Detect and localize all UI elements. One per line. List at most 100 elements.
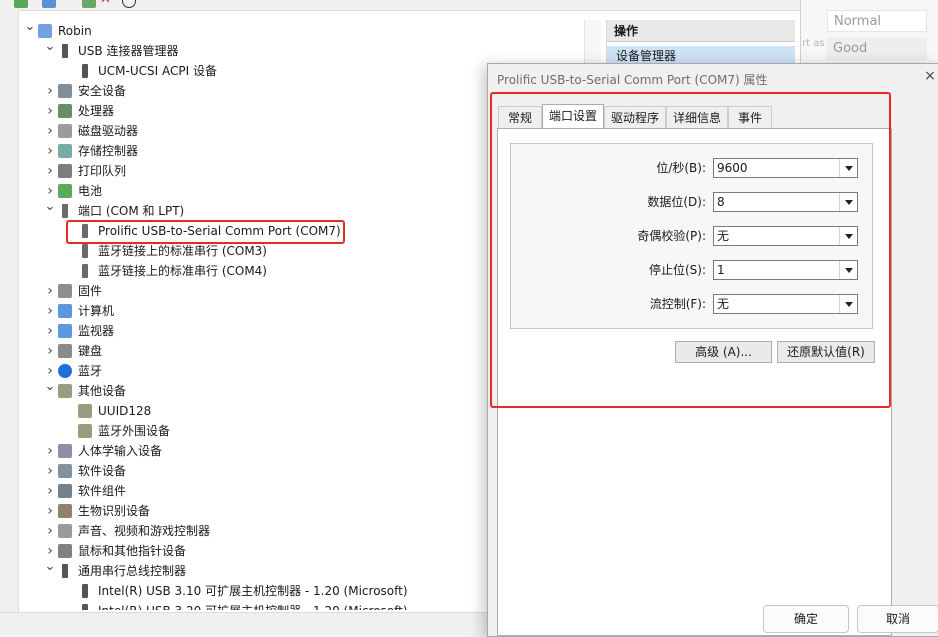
bits-per-second-value: 9600	[717, 161, 748, 175]
chevron-right-icon[interactable]: ›	[44, 321, 56, 341]
port-settings-page: 位/秒(B): 9600 数据位(D): 8 奇偶校验(P): 无 停止位(S)…	[497, 128, 892, 636]
chevron-right-icon[interactable]: ›	[44, 141, 56, 161]
field-row-parity: 奇偶校验(P): 无	[511, 226, 874, 246]
faded-text: rt as	[802, 38, 825, 49]
battery-icon	[58, 184, 72, 198]
tree-item-label: 蓝牙	[78, 364, 103, 378]
data-bits-value: 8	[717, 195, 725, 209]
parity-select[interactable]: 无	[713, 226, 858, 246]
chevron-down-icon[interactable]	[839, 159, 857, 177]
chevron-down-icon[interactable]: ⌄	[44, 377, 56, 397]
chevron-right-icon[interactable]: ›	[44, 161, 56, 181]
keyboard-icon	[58, 344, 72, 358]
chevron-down-icon[interactable]: ⌄	[44, 37, 56, 57]
unknown-device-icon	[78, 404, 92, 418]
tab-details[interactable]: 详细信息	[666, 106, 728, 128]
bits-per-second-select[interactable]: 9600	[713, 158, 858, 178]
software-component-icon	[58, 484, 72, 498]
chevron-down-icon[interactable]	[839, 227, 857, 245]
tree-item-label: 其他设备	[78, 384, 127, 398]
chevron-right-icon[interactable]: ›	[44, 121, 56, 141]
tab-general[interactable]: 常规	[498, 106, 542, 128]
speaker-icon	[58, 524, 72, 538]
uninstall-device-icon[interactable]: ✕	[100, 0, 114, 7]
chevron-right-icon[interactable]: ›	[44, 341, 56, 361]
enable-device-icon[interactable]	[82, 0, 96, 8]
chevron-down-icon[interactable]	[839, 295, 857, 313]
parity-label: 奇偶校验(P):	[637, 229, 706, 243]
data-bits-select[interactable]: 8	[713, 192, 858, 212]
port-settings-group: 位/秒(B): 9600 数据位(D): 8 奇偶校验(P): 无 停止位(S)…	[510, 143, 873, 329]
chevron-right-icon[interactable]: ›	[44, 521, 56, 541]
cancel-button[interactable]: 取消	[857, 605, 938, 633]
field-row-stop-bits: 停止位(S): 1	[511, 260, 874, 280]
data-bits-label: 数据位(D):	[647, 195, 706, 209]
tree-item-label: 蓝牙链接上的标准串行 (COM4)	[98, 264, 267, 278]
field-row-flow-control: 流控制(F): 无	[511, 294, 874, 314]
chevron-right-icon[interactable]: ›	[44, 81, 56, 101]
printer-icon	[58, 164, 72, 178]
tab-port-settings[interactable]: 端口设置	[542, 104, 604, 129]
chevron-right-icon[interactable]: ›	[44, 461, 56, 481]
tree-item[interactable]: ⌄ Robin	[24, 19, 578, 41]
tree-item-label: 声音、视频和游戏控制器	[78, 524, 211, 538]
restore-defaults-button[interactable]: 还原默认值(R)	[777, 341, 875, 363]
tree-item-label: 存储控制器	[78, 144, 139, 158]
tab-driver[interactable]: 驱动程序	[604, 106, 666, 128]
chevron-right-icon[interactable]: ›	[44, 101, 56, 121]
bluetooth-icon	[58, 364, 72, 378]
tree-item-label: 磁盘驱动器	[78, 124, 139, 138]
disk-drive-icon	[58, 124, 72, 138]
chevron-down-icon[interactable]: ⌄	[44, 197, 56, 217]
storage-controller-icon	[58, 144, 72, 158]
tree-item-label: 蓝牙链接上的标准串行 (COM3)	[98, 244, 267, 258]
chevron-down-icon[interactable]	[839, 193, 857, 211]
close-icon[interactable]: ×	[923, 68, 937, 84]
field-row-data-bits: 数据位(D): 8	[511, 192, 874, 212]
port-icon	[82, 224, 88, 238]
usb-icon	[82, 64, 88, 78]
ok-button[interactable]: 确定	[763, 605, 849, 633]
chevron-right-icon[interactable]: ›	[44, 481, 56, 501]
port-icon	[82, 264, 88, 278]
firmware-icon	[58, 284, 72, 298]
tree-item[interactable]: ⌄ USB 连接器管理器	[44, 39, 578, 61]
tree-item-label: Intel(R) USB 3.20 可扩展主机控制器 - 1.20 (Micro…	[98, 601, 408, 610]
usb-icon	[82, 604, 88, 610]
chevron-right-icon[interactable]: ›	[44, 301, 56, 321]
tab-events[interactable]: 事件	[728, 106, 772, 128]
chevron-down-icon[interactable]: ⌄	[24, 17, 36, 37]
tree-item-label: 通用串行总线控制器	[78, 564, 187, 578]
chevron-down-icon[interactable]	[839, 261, 857, 279]
style-normal[interactable]: Normal	[827, 10, 927, 32]
chevron-down-icon[interactable]: ⌄	[44, 557, 56, 577]
tree-item-label: 键盘	[78, 344, 103, 358]
chevron-right-icon[interactable]: ›	[44, 501, 56, 521]
chevron-right-icon[interactable]: ›	[44, 441, 56, 461]
tree-item-label: UCM-UCSI ACPI 设备	[98, 64, 217, 78]
style-good[interactable]: Good	[827, 38, 927, 60]
port-icon	[62, 204, 68, 218]
chevron-right-icon[interactable]: ›	[44, 281, 56, 301]
disable-device-icon[interactable]	[122, 0, 136, 8]
update-driver-icon[interactable]	[14, 0, 28, 8]
unknown-device-icon	[58, 384, 72, 398]
scan-hardware-icon[interactable]	[42, 0, 56, 8]
flow-control-select[interactable]: 无	[713, 294, 858, 314]
bits-per-second-label: 位/秒(B):	[656, 161, 706, 175]
tree-item-label: 处理器	[78, 104, 115, 118]
tree-item-label: 打印队列	[78, 164, 127, 178]
advanced-button[interactable]: 高级 (A)...	[675, 341, 772, 363]
flow-control-label: 流控制(F):	[649, 297, 706, 311]
tree-item-label: Robin	[58, 24, 92, 38]
security-device-icon	[58, 84, 72, 98]
stop-bits-select[interactable]: 1	[713, 260, 858, 280]
mouse-icon	[58, 544, 72, 558]
usb-icon	[82, 584, 88, 598]
tree-item-label: 监视器	[78, 324, 115, 338]
processor-icon	[58, 104, 72, 118]
tree-item-label: UUID128	[98, 404, 152, 418]
tree-item-label: 鼠标和其他指针设备	[78, 544, 187, 558]
tree-item-label: 固件	[78, 284, 103, 298]
tree-item-label: 人体学输入设备	[78, 444, 163, 458]
